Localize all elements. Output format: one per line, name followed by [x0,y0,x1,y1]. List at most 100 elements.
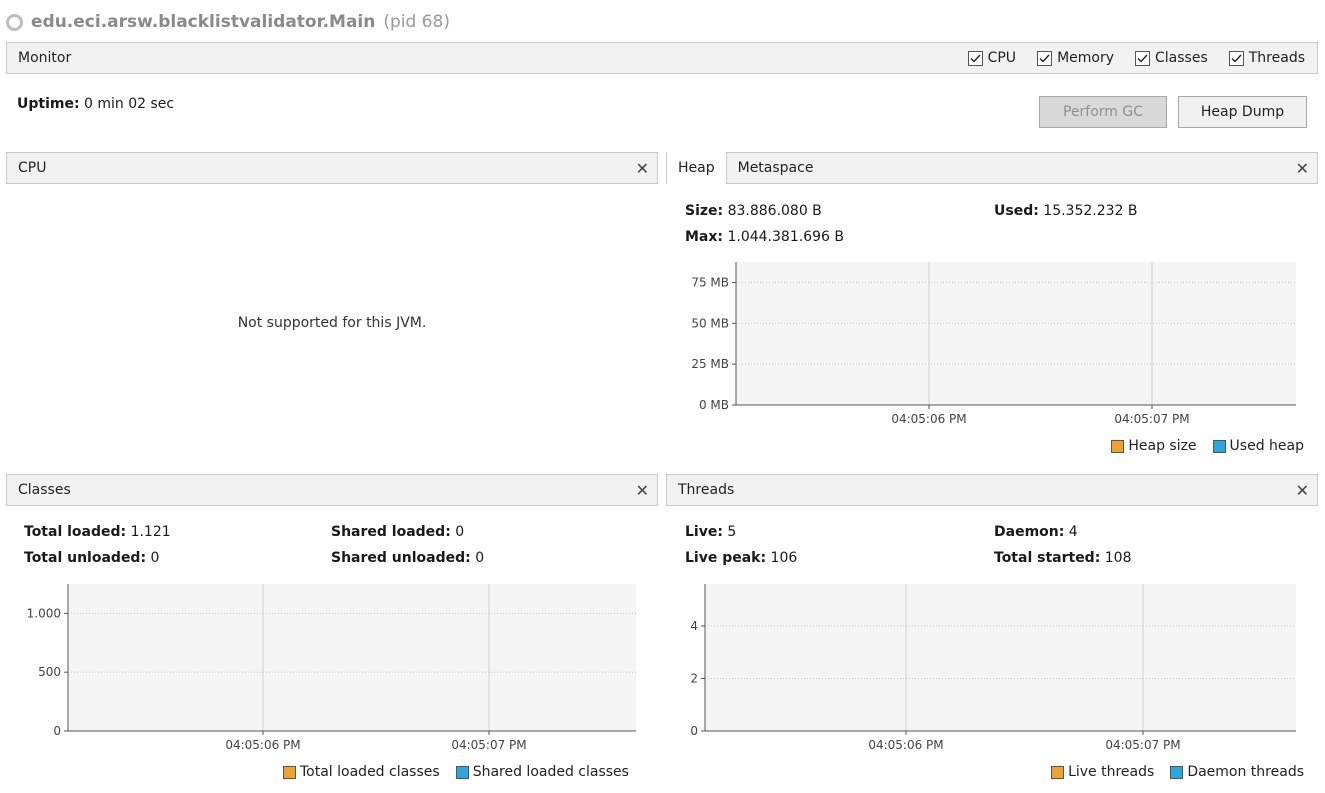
close-icon[interactable]: ✕ [1296,159,1309,178]
heap-max-label: Max: [685,229,724,245]
heap-chart: 04:05:06 PM 04:05:07 PM 0 MB 25 MB 50 MB 75 M… [691,262,1296,426]
cpu-panel-header: CPU ✕ [6,152,658,184]
total-started-value: 108 [1104,550,1132,566]
close-icon[interactable]: ✕ [636,159,649,178]
tab-heap[interactable]: Heap [667,152,727,184]
heap-size-label: Size: [685,203,724,219]
total-started-label: Total started: [994,550,1101,566]
legend-live-threads: Live threads [1051,764,1154,780]
total-unloaded-value: 0 [150,550,160,566]
legend-daemon-threads: Daemon threads [1170,764,1304,780]
heap-size-value: 83.886.080 B [727,203,822,219]
tab-metaspace[interactable]: Metaspace [727,152,825,184]
shared-loaded-stat: Shared loaded: 0 [331,524,464,540]
uptime-label: Uptime: [17,96,80,112]
total-loaded-stat: Total loaded: 1.121 [24,524,171,540]
plot-area [736,262,1296,405]
y-tick-label: 75 MB [691,275,729,289]
cpu-not-supported-message: Not supported for this JVM. [237,315,427,331]
shared-unloaded-stat: Shared unloaded: 0 [331,550,484,566]
threads-checkbox[interactable]: Threads [1228,50,1305,66]
legend-total-loaded: Total loaded classes [283,764,440,780]
classes-checkbox[interactable]: Classes [1135,50,1208,66]
shared-loaded-value: 0 [455,524,465,540]
uptime: Uptime: 0 min 02 sec [17,96,174,112]
classes-legend: Total loaded classes Shared loaded class… [283,764,629,780]
perform-gc-button[interactable]: Perform GC [1039,96,1167,128]
y-tick-label: 2 [690,672,698,686]
legend-swatch [283,765,296,779]
checkmark-icon[interactable] [1037,50,1053,66]
monitor-label: Monitor [18,50,72,66]
heap-max-stat: Max: 1.044.381.696 B [685,229,844,245]
heap-max-value: 1.044.381.696 B [727,229,844,245]
legend-label: Live threads [1068,764,1155,780]
legend-label: Heap size [1128,438,1197,454]
total-started-stat: Total started: 108 [994,550,1132,566]
uptime-value: 0 min 02 sec [84,96,175,112]
view-checkboxes: CPU Memory Classes Threads [947,50,1305,66]
legend-label: Used heap [1229,438,1304,454]
legend-swatch [1051,765,1065,779]
threads-checkbox-label: Threads [1248,50,1305,66]
x-tick-label: 04:05:07 PM [1114,412,1189,426]
status-circle-icon [6,13,23,31]
y-tick-label: 0 [690,724,698,738]
classes-panel-header: Classes ✕ [6,474,658,506]
x-tick-label: 04:05:07 PM [451,738,526,752]
total-loaded-value: 1.121 [130,524,171,540]
legend-swatch [455,765,469,779]
live-peak-value: 106 [770,550,798,566]
legend-label: Total loaded classes [300,764,440,780]
shared-loaded-label: Shared loaded: [331,524,451,540]
live-peak-stat: Live peak: 106 [685,550,797,566]
memory-panel-header: Heap Metaspace ✕ [666,152,1318,184]
close-icon[interactable]: ✕ [1296,481,1309,500]
daemon-label: Daemon: [994,524,1065,540]
live-value: 5 [727,524,737,540]
checkmark-icon[interactable] [967,50,983,66]
x-tick-label: 04:05:06 PM [868,738,943,752]
heap-used-stat: Used: 15.352.232 B [994,203,1138,219]
y-tick-label: 1.000 [27,606,61,620]
legend-label: Daemon threads [1187,764,1304,780]
plot-area [68,584,636,731]
heap-legend: Heap size Used heap [1101,438,1304,454]
y-tick-label: 4 [690,619,698,633]
legend-shared-loaded: Shared loaded classes [455,764,629,780]
legend-used-heap: Used heap [1212,438,1304,454]
legend-swatch [1170,765,1184,779]
shared-unloaded-label: Shared unloaded: [331,550,471,566]
window-title-row: edu.eci.arsw.blacklistvalidator.Main (pi… [6,8,450,36]
app-title: edu.eci.arsw.blacklistvalidator.Main [31,12,376,32]
y-tick-label: 50 MB [691,316,729,330]
x-tick-label: 04:05:07 PM [1105,738,1180,752]
legend-label: Shared loaded classes [472,764,629,780]
classes-chart: 04:05:06 PM 04:05:07 PM 0 500 1.000 [27,584,636,752]
threads-panel-label: Threads [678,482,735,498]
heap-used-value: 15.352.232 B [1043,203,1138,219]
total-unloaded-label: Total unloaded: [24,550,147,566]
daemon-threads-stat: Daemon: 4 [994,524,1078,540]
y-tick-label: 500 [38,665,61,679]
legend-swatch [1111,439,1125,453]
live-peak-label: Live peak: [685,550,767,566]
live-label: Live: [685,524,723,540]
heap-dump-button[interactable]: Heap Dump [1178,96,1307,128]
checkmark-icon[interactable] [1135,50,1150,66]
close-icon[interactable]: ✕ [636,481,649,500]
y-tick-label: 0 MB [699,398,729,412]
classes-checkbox-label: Classes [1155,50,1208,66]
threads-legend: Live threads Daemon threads [1041,764,1304,780]
y-tick-label: 0 [53,724,61,738]
heap-used-label: Used: [994,203,1039,219]
cpu-checkbox-label: CPU [987,50,1017,66]
pid-label: (pid 68) [383,12,450,32]
live-threads-stat: Live: 5 [685,524,736,540]
total-loaded-label: Total loaded: [24,524,127,540]
memory-checkbox[interactable]: Memory [1037,50,1114,66]
checkmark-icon[interactable] [1228,50,1244,66]
cpu-checkbox[interactable]: CPU [967,50,1017,66]
legend-swatch [1212,439,1226,453]
daemon-value: 4 [1068,524,1078,540]
